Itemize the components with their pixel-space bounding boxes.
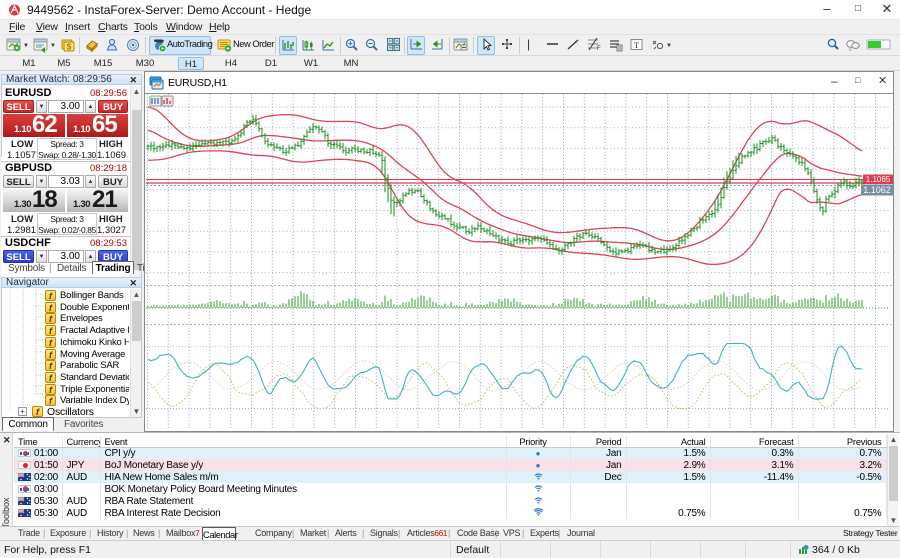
svg-text:1.1062: 1.1062: [863, 185, 891, 195]
svg-text:$: $: [67, 43, 72, 52]
svg-text:1.1065: 1.1065: [866, 175, 891, 184]
svg-text:T: T: [634, 40, 640, 50]
svg-text:F: F: [597, 46, 601, 52]
